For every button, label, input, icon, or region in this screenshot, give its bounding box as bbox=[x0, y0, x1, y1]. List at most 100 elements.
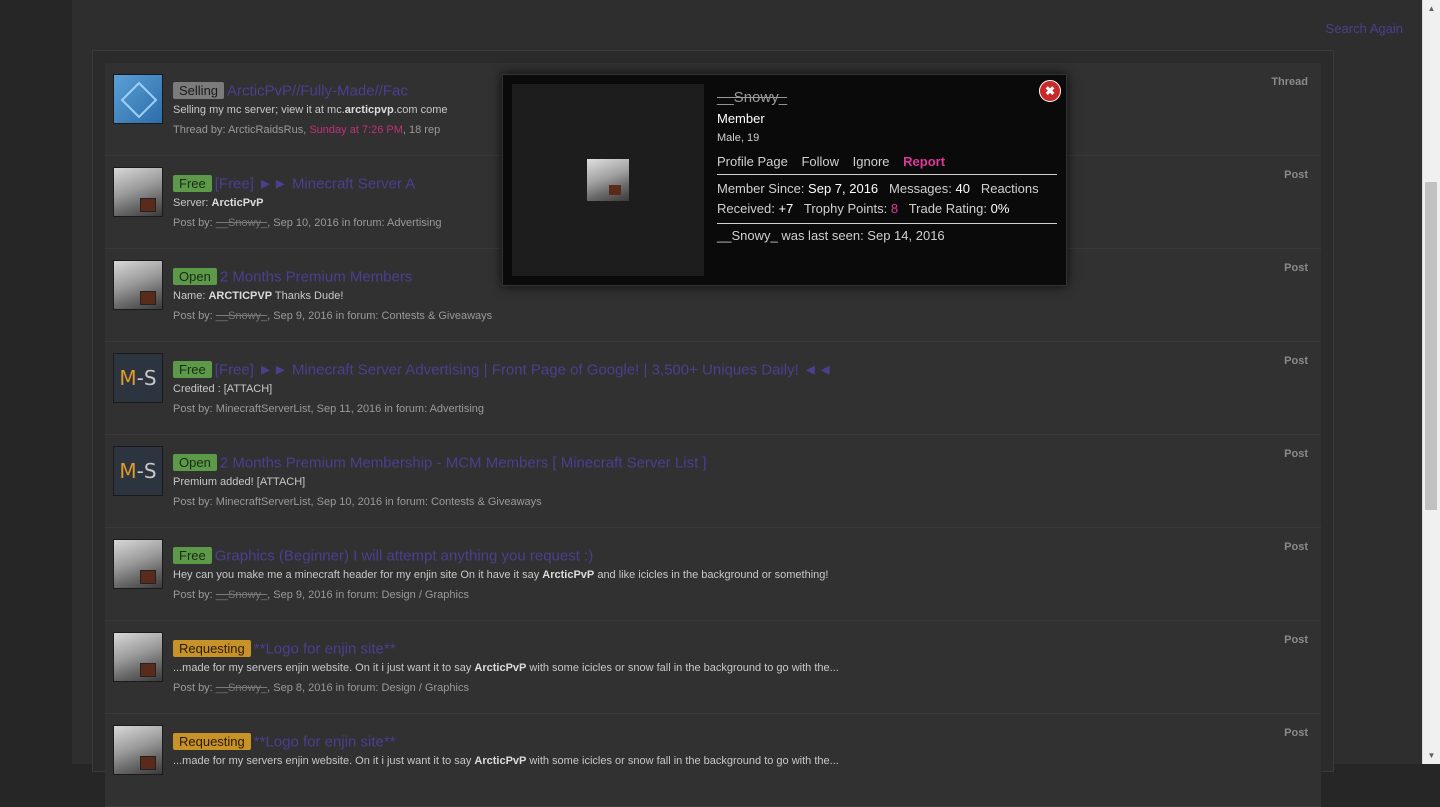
member-actions: Profile Page Follow Ignore Report bbox=[717, 154, 1057, 175]
snippet-highlight: ArcticPvP bbox=[542, 569, 595, 581]
report-link[interactable]: Report bbox=[903, 154, 945, 169]
result-item: M -S Open 2 Months Premium Membership - MCM… bbox=[105, 435, 1321, 528]
profile-page-link[interactable]: Profile Page bbox=[717, 154, 788, 169]
scroll-thumb[interactable] bbox=[1425, 182, 1437, 510]
result-avatar[interactable]: M -S bbox=[113, 446, 163, 496]
result-prefix-badge[interactable]: Requesting bbox=[173, 640, 251, 658]
result-snippet: Credited : [ATTACH] bbox=[173, 383, 272, 395]
member-username[interactable]: __Snowy_ bbox=[717, 89, 787, 106]
trade-value: 0% bbox=[990, 201, 1010, 216]
search-again-link[interactable]: Search Again bbox=[1326, 21, 1403, 36]
result-avatar[interactable] bbox=[113, 167, 163, 217]
result-type-label: Post bbox=[1284, 541, 1308, 553]
meta-text: , 18 rep bbox=[402, 124, 441, 136]
result-avatar[interactable] bbox=[113, 725, 163, 775]
result-title-link[interactable]: ArcticPvP//Fully-Made//Fac bbox=[227, 82, 408, 99]
snippet-highlight: ArcticPvP bbox=[474, 755, 527, 767]
result-avatar[interactable]: M -S bbox=[113, 353, 163, 403]
result-title-link[interactable]: **Logo for enjin site** bbox=[254, 733, 396, 750]
meta-date-link[interactable]: Sunday at 7:26 PM bbox=[309, 124, 403, 136]
follow-link[interactable]: Follow bbox=[801, 154, 839, 169]
result-item: M -S Free [Free] ►► Minecraft Server Advert… bbox=[105, 342, 1321, 435]
result-type-label: Post bbox=[1284, 169, 1308, 181]
result-snippet: Server: ArcticPvP bbox=[173, 197, 264, 209]
result-avatar[interactable] bbox=[113, 260, 163, 310]
snippet-text: with some icicles or snow fall in the ba… bbox=[526, 755, 839, 767]
result-snippet: Name: ARCTICPVP Thanks Dude! bbox=[173, 290, 343, 302]
meta-author-link[interactable]: __Snowy_ bbox=[216, 310, 267, 322]
member-avatar-frame bbox=[512, 84, 704, 276]
result-title-line: Free [Free] ►► Minecraft Server Advertisi… bbox=[173, 361, 833, 380]
snippet-text: Thanks Dude! bbox=[272, 290, 344, 302]
trade-label: Trade Rating: bbox=[908, 201, 987, 216]
result-snippet: Premium added! [ATTACH] bbox=[173, 476, 305, 488]
snippet-highlight: ArcticPvP bbox=[474, 662, 527, 674]
result-title-link[interactable]: [Free] ►► Minecraft Server A bbox=[215, 175, 416, 192]
close-icon[interactable]: ✖ bbox=[1039, 80, 1061, 102]
result-prefix-badge[interactable]: Free bbox=[173, 361, 212, 379]
result-snippet: Hey can you make me a minecraft header f… bbox=[173, 569, 828, 581]
snippet-text: .com come bbox=[393, 104, 448, 116]
meta-text: , Sep 9, 2016 in forum: Contests & Givea… bbox=[267, 310, 493, 322]
scroll-down-arrow-icon[interactable]: ▼ bbox=[1423, 747, 1440, 764]
result-item: Free Graphics (Beginner) I will attempt a… bbox=[105, 528, 1321, 621]
snippet-text: Hey can you make me a minecraft header f… bbox=[173, 569, 543, 581]
result-item: Requesting **Logo for enjin site** ...made… bbox=[105, 714, 1321, 807]
meta-author-link[interactable]: __Snowy_ bbox=[216, 682, 267, 694]
meta-text: Post by: bbox=[173, 217, 216, 229]
result-meta: Thread by: ArcticRaidsRus, Sunday at 7:2… bbox=[173, 124, 440, 136]
member-avatar[interactable] bbox=[587, 159, 629, 201]
result-avatar[interactable] bbox=[113, 632, 163, 682]
result-avatar[interactable] bbox=[113, 539, 163, 589]
messages-label: Messages: bbox=[889, 181, 952, 196]
snippet-text: ...made for my servers enjin website. On… bbox=[173, 662, 475, 674]
snippet-highlight: ArcticPvP bbox=[211, 197, 264, 209]
meta-text: , Sep 9, 2016 in forum: Design / Graphic… bbox=[267, 589, 469, 601]
meta-text: Post by: MinecraftServerList, Sep 10, 20… bbox=[173, 496, 542, 508]
result-title-link[interactable]: Graphics (Beginner) I will attempt anyth… bbox=[215, 547, 594, 564]
snippet-text: ...made for my servers enjin website. On… bbox=[173, 755, 475, 767]
scroll-up-arrow-icon[interactable]: ▲ bbox=[1423, 0, 1440, 17]
snippet-text: Name: bbox=[173, 290, 209, 302]
result-title-line: Free [Free] ►► Minecraft Server A bbox=[173, 175, 415, 194]
result-title-link[interactable]: **Logo for enjin site** bbox=[254, 640, 396, 657]
meta-author-link[interactable]: __Snowy_ bbox=[216, 589, 267, 601]
result-type-label: Thread bbox=[1271, 76, 1308, 88]
result-title-link[interactable]: 2 Months Premium Members bbox=[220, 268, 413, 285]
result-item: Requesting **Logo for enjin site** ...made… bbox=[105, 621, 1321, 714]
result-snippet: ...made for my servers enjin website. On… bbox=[173, 755, 839, 767]
snippet-text: Server: bbox=[173, 197, 212, 209]
member-stats: Member Since: Sep 7, 2016 Messages: 40 R… bbox=[717, 179, 1057, 224]
meta-text: Post by: bbox=[173, 682, 216, 694]
result-meta: Post by: MinecraftServerList, Sep 11, 20… bbox=[173, 403, 484, 415]
result-type-label: Post bbox=[1284, 634, 1308, 646]
meta-author-link[interactable]: __Snowy_ bbox=[216, 217, 267, 229]
result-prefix-badge[interactable]: Free bbox=[173, 175, 212, 193]
last-seen: __Snowy_ was last seen: Sep 14, 2016 bbox=[717, 228, 945, 243]
snippet-text: with some icicles or snow fall in the ba… bbox=[526, 662, 839, 674]
result-prefix-badge[interactable]: Requesting bbox=[173, 733, 251, 751]
result-prefix-badge[interactable]: Open bbox=[173, 454, 217, 472]
snippet-text: Selling my mc server; view it at mc. bbox=[173, 104, 345, 116]
result-prefix-badge[interactable]: Selling bbox=[173, 82, 225, 100]
member-since-value: Sep 7, 2016 bbox=[808, 181, 879, 196]
result-title-line: Free Graphics (Beginner) I will attempt a… bbox=[173, 547, 593, 566]
trophy-value[interactable]: 8 bbox=[891, 201, 898, 216]
result-prefix-badge[interactable]: Open bbox=[173, 268, 217, 286]
result-type-label: Post bbox=[1284, 355, 1308, 367]
page-scrollbar[interactable]: ▲ ▼ bbox=[1422, 0, 1440, 764]
result-title-link[interactable]: [Free] ►► Minecraft Server Advertising |… bbox=[215, 361, 833, 378]
result-prefix-badge[interactable]: Free bbox=[173, 547, 212, 565]
snippet-text: Premium added! [ATTACH] bbox=[173, 476, 306, 488]
member-info: Male, 19 bbox=[717, 132, 760, 144]
result-title-link[interactable]: 2 Months Premium Membership - MCM Member… bbox=[220, 454, 707, 471]
ignore-link[interactable]: Ignore bbox=[853, 154, 890, 169]
member-role: Member bbox=[717, 111, 765, 126]
snippet-highlight: arcticpvp bbox=[344, 104, 394, 116]
result-title-line: Requesting **Logo for enjin site** bbox=[173, 733, 396, 752]
page-container: Search Again Selling ArcticPvP//Fully-Mad… bbox=[72, 0, 1424, 807]
meta-text: , Sep 10, 2016 in forum: Advertising bbox=[267, 217, 442, 229]
result-avatar[interactable] bbox=[113, 74, 163, 124]
result-meta: Post by: __Snowy_, Sep 10, 2016 in forum… bbox=[173, 217, 441, 229]
snippet-highlight: ARCTICPVP bbox=[208, 290, 273, 302]
